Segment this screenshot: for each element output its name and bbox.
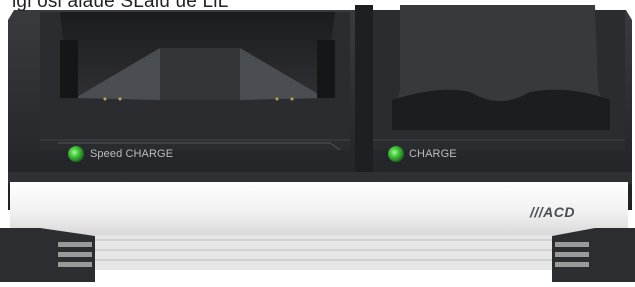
- vent-slots-icon: [0, 228, 95, 282]
- left-charging-bay: [40, 12, 350, 151]
- charge-label: CHARGE: [409, 148, 457, 160]
- charging-station-photo: igi osl alaue SLalu ue LlL Speed CHARGE …: [0, 0, 635, 282]
- speed-charge-label: Speed CHARGE: [90, 148, 174, 160]
- led-indicator-icon: [68, 146, 84, 162]
- led-indicator-icon: [388, 146, 404, 162]
- brand-logo: ///ACD: [530, 204, 575, 220]
- charger-illustration: [0, 0, 635, 282]
- right-charging-bay: [373, 5, 625, 150]
- vent-slots-icon: [552, 228, 635, 282]
- cropped-caption-text: igi osl alaue SLalu ue LlL: [12, 0, 229, 11]
